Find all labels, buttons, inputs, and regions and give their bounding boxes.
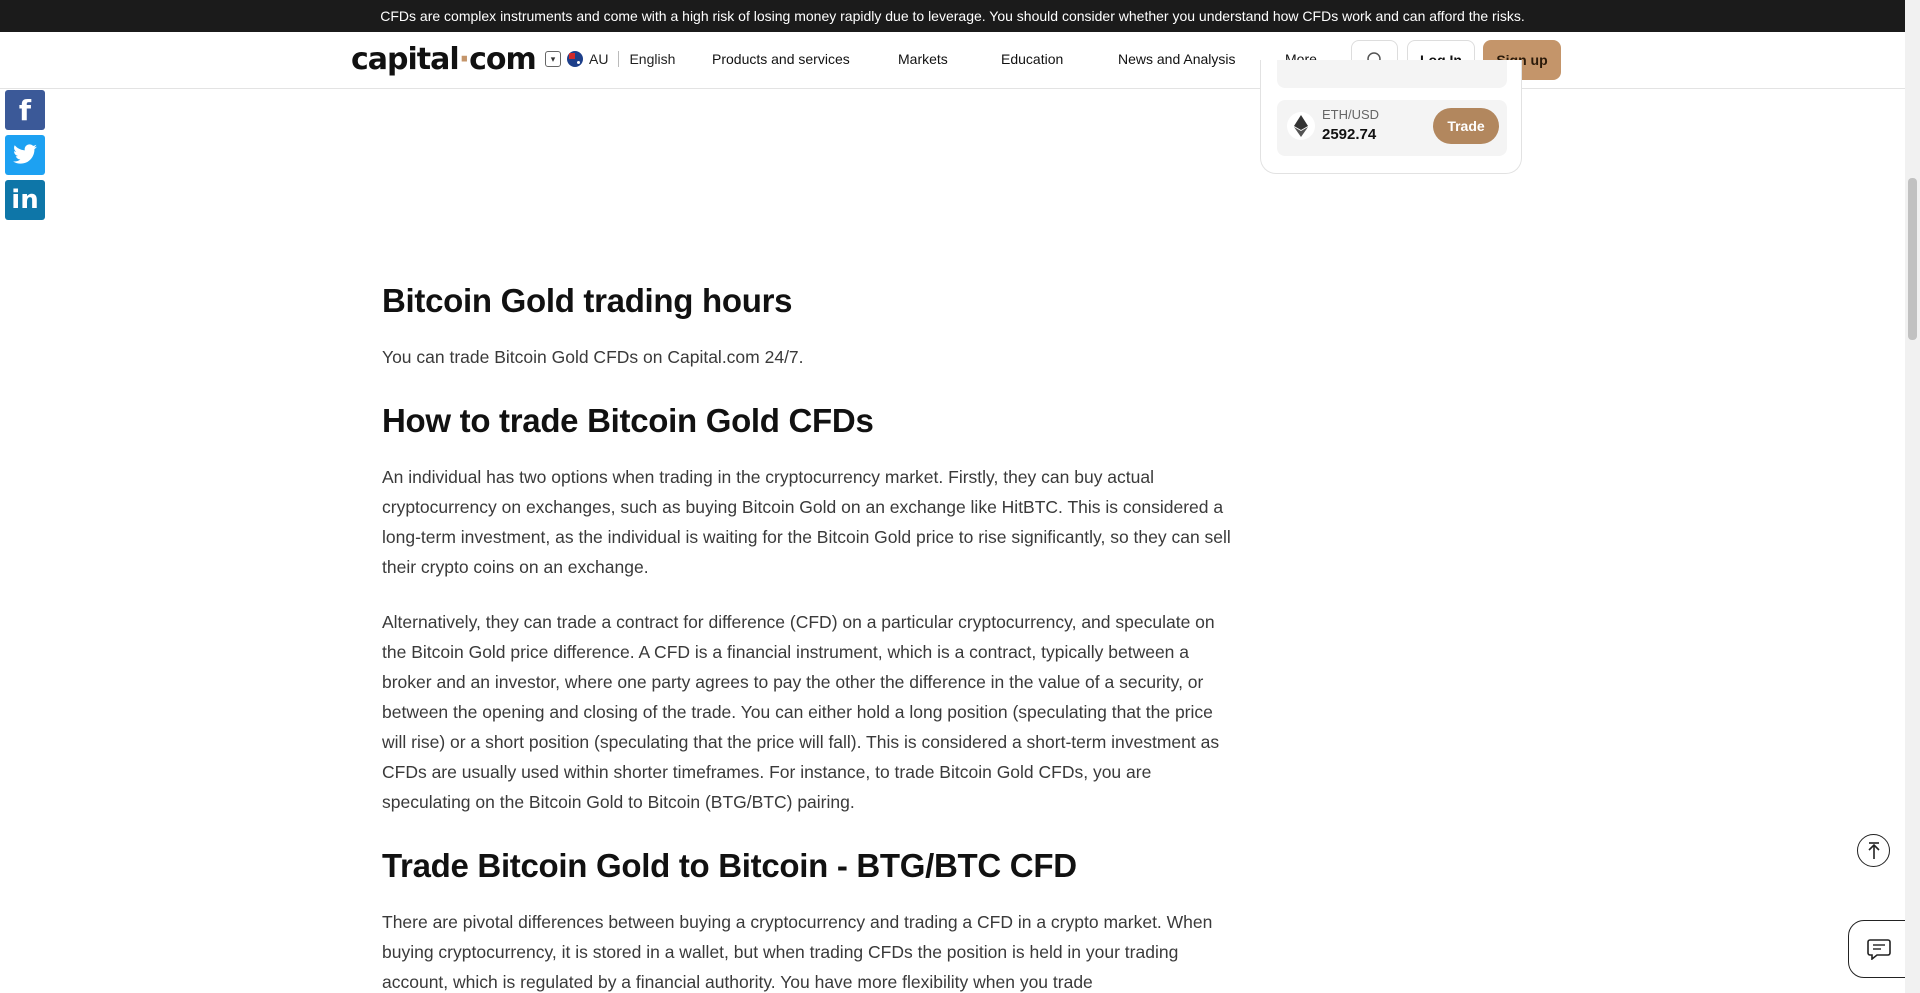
- nav-products-and-services[interactable]: Products and services: [712, 51, 850, 67]
- instrument-price: 2592.74: [1322, 126, 1377, 143]
- nav-news-and-analysis[interactable]: News and Analysis: [1118, 51, 1236, 67]
- heading-btg-btc: Trade Bitcoin Gold to Bitcoin - BTG/BTC …: [382, 847, 1077, 884]
- logo-text-capital: capital: [351, 42, 460, 77]
- article-body: Bitcoin Gold trading hours You can trade…: [382, 280, 1232, 993]
- language-label[interactable]: English: [629, 51, 675, 67]
- facebook-share-button[interactable]: f: [5, 90, 45, 130]
- twitter-icon: [13, 144, 37, 164]
- heading-how-to-trade: How to trade Bitcoin Gold CFDs: [382, 402, 874, 439]
- paragraph-pivotal-differences: There are pivotal differences between bu…: [382, 912, 1213, 992]
- back-to-top-button[interactable]: [1857, 834, 1890, 867]
- paragraph-trading-hours: You can trade Bitcoin Gold CFDs on Capit…: [382, 347, 804, 367]
- chat-button[interactable]: [1848, 920, 1910, 978]
- instrument-pair: ETH/USD: [1322, 107, 1380, 122]
- ethereum-icon: [1287, 112, 1315, 140]
- region-language-selector[interactable]: ▾ AU English: [545, 51, 675, 67]
- nav-markets[interactable]: Markets: [898, 51, 948, 67]
- trade-button[interactable]: Trade: [1433, 108, 1499, 144]
- risk-warning-text: CFDs are complex instruments and come wi…: [380, 8, 1525, 24]
- australia-flag-icon: [567, 51, 583, 67]
- paragraph-cfd-explanation: Alternatively, they can trade a contract…: [382, 612, 1220, 812]
- widget-previous-card: [1277, 60, 1507, 88]
- risk-warning-banner: CFDs are complex instruments and come wi…: [0, 0, 1905, 32]
- heading-trading-hours: Bitcoin Gold trading hours: [382, 282, 793, 319]
- divider: [618, 51, 620, 67]
- chevron-down-icon[interactable]: ▾: [545, 51, 561, 67]
- linkedin-icon: in: [11, 185, 39, 215]
- capital-com-logo[interactable]: capital·com: [351, 42, 537, 77]
- paragraph-two-options: An individual has two options when tradi…: [382, 467, 1231, 577]
- market-widget: ETH/USD 2592.74 Trade: [1260, 60, 1522, 174]
- arrow-up-icon: [1867, 841, 1880, 859]
- scrollbar-thumb[interactable]: [1908, 178, 1917, 340]
- nav-education[interactable]: Education: [1001, 51, 1063, 67]
- site-header: capital·com ▾ AU English Products and se…: [0, 32, 1905, 89]
- page-scrollbar[interactable]: [1905, 0, 1920, 993]
- eth-usd-card[interactable]: ETH/USD 2592.74 Trade: [1277, 100, 1507, 156]
- facebook-icon: f: [18, 93, 32, 127]
- linkedin-share-button[interactable]: in: [5, 180, 45, 220]
- twitter-share-button[interactable]: t: [5, 135, 45, 175]
- logo-dot: ·: [458, 42, 470, 77]
- logo-text-com: com: [469, 42, 537, 77]
- region-code[interactable]: AU: [589, 51, 608, 67]
- chat-icon: [1867, 939, 1891, 960]
